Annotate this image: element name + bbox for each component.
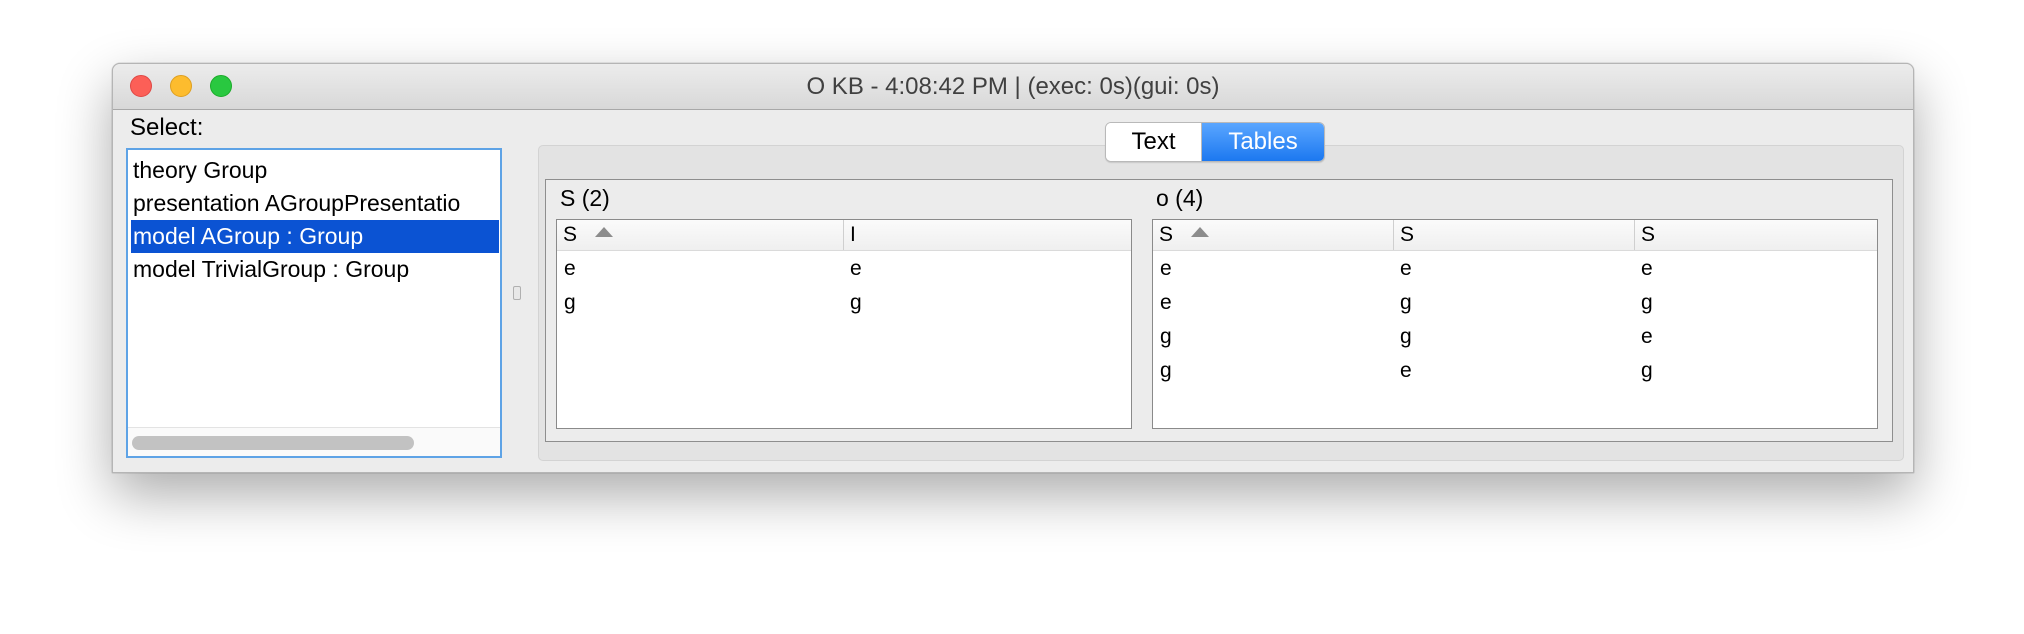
table-cell[interactable]: g [1634,354,1653,388]
table-cell[interactable]: g [1634,286,1653,320]
table-cell[interactable]: g [557,286,576,320]
column-header-s-2[interactable]: S [1393,220,1634,250]
table-cell[interactable]: e [557,252,576,286]
view-tabs: Text Tables [1105,122,1325,162]
horizontal-scrollbar[interactable] [128,427,500,456]
table-title-o: o (4) [1156,185,1204,211]
tab-text[interactable]: Text [1106,123,1202,161]
sort-ascending-icon [595,227,614,238]
column-header-s-3[interactable]: S [1634,220,1877,250]
table-cell[interactable]: g [1393,320,1412,354]
table-cell[interactable]: e [1153,286,1172,320]
split-pane-divider-handle[interactable] [513,286,521,300]
table-cell[interactable]: g [843,286,862,320]
column-header-label: S [1159,223,1174,246]
scrollbar-thumb[interactable] [132,436,414,450]
list-item-model-trivialgroup[interactable]: model TrivialGroup : Group [131,253,499,286]
tables-content: S (2) S I e e g g o (4) S S S e e e e g … [545,179,1893,442]
table-cell[interactable]: e [1393,354,1412,388]
table-cell[interactable]: e [843,252,862,286]
table-title-s: S (2) [560,185,610,211]
column-header-label: S [563,223,578,246]
column-header-s[interactable]: S [557,220,843,250]
select-label: Select: [130,114,204,141]
window-title: O KB - 4:08:42 PM | (exec: 0s)(gui: 0s) [806,73,1220,100]
minimize-window-button[interactable] [170,75,192,97]
tab-tables[interactable]: Tables [1202,123,1324,161]
table-cell[interactable]: e [1634,320,1653,354]
list-item-presentation-agrouppresentation[interactable]: presentation AGroupPresentatio [131,187,499,220]
table-header: S I [557,220,1131,251]
list-item-theory-group[interactable]: theory Group [131,154,499,187]
app-window: O KB - 4:08:42 PM | (exec: 0s)(gui: 0s) … [112,63,1914,473]
table-cell[interactable]: e [1634,252,1653,286]
table-cell[interactable]: g [1393,286,1412,320]
table-cell[interactable]: e [1153,252,1172,286]
table-header: S S S [1153,220,1877,251]
table-cell[interactable]: e [1393,252,1412,286]
table-o[interactable]: S S S e e e e g g g g e g e g [1152,219,1878,429]
list-item-model-agroup[interactable]: model AGroup : Group [131,220,499,253]
table-cell[interactable]: g [1153,354,1172,388]
model-list[interactable]: theory Group presentation AGroupPresenta… [126,148,502,458]
column-header-s-1[interactable]: S [1153,220,1393,250]
column-header-i[interactable]: I [843,220,1131,250]
sort-ascending-icon [1191,227,1210,238]
zoom-window-button[interactable] [210,75,232,97]
close-window-button[interactable] [130,75,152,97]
title-bar[interactable]: O KB - 4:08:42 PM | (exec: 0s)(gui: 0s) [113,64,1913,110]
table-s[interactable]: S I e e g g [556,219,1132,429]
table-cell[interactable]: g [1153,320,1172,354]
